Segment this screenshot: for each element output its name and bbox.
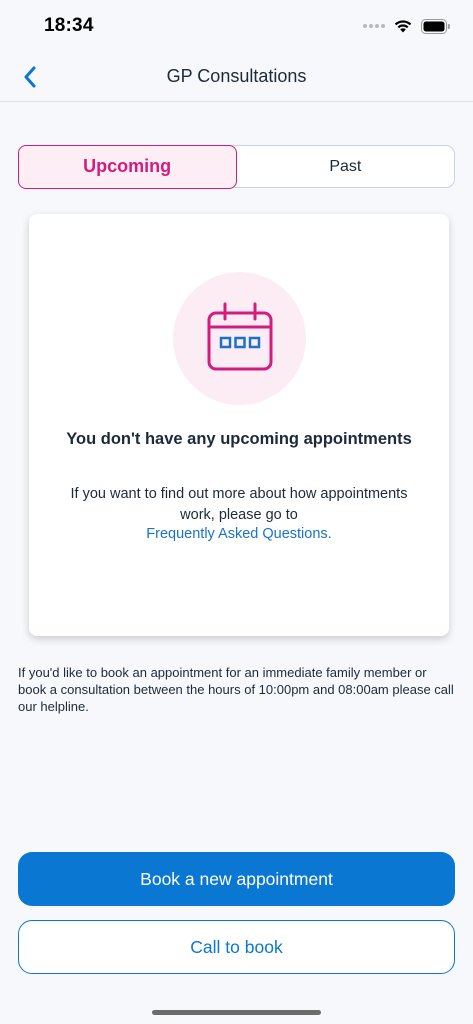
tab-upcoming[interactable]: Upcoming — [17, 144, 237, 189]
calendar-icon — [207, 302, 272, 370]
battery-icon — [421, 18, 450, 34]
chevron-left-icon — [24, 66, 36, 88]
home-indicator — [152, 1010, 321, 1015]
empty-state-card: You don't have any upcoming appointments… — [29, 214, 449, 636]
appointment-tabs: Upcoming Past — [17, 144, 455, 189]
tab-past[interactable]: Past — [237, 146, 454, 187]
status-icons — [363, 18, 451, 34]
status-time: 18:34 — [44, 15, 94, 36]
empty-state-title: You don't have any upcoming appointments — [66, 430, 412, 448]
icon-circle — [173, 272, 306, 405]
status-bar: 18:34 — [0, 0, 473, 52]
page-title: GP Consultations — [166, 66, 307, 86]
nav-bar: GP Consultations — [0, 52, 473, 102]
back-button[interactable] — [14, 60, 46, 94]
helpline-note: If you'd like to book an appointment for… — [18, 665, 454, 714]
wifi-icon — [394, 19, 412, 32]
faq-link[interactable]: Frequently Asked Questions. — [59, 524, 419, 545]
book-appointment-button[interactable]: Book a new appointment — [18, 852, 455, 906]
call-to-book-button[interactable]: Call to book — [18, 920, 455, 974]
empty-state-body: If you want to find out more about how a… — [70, 486, 408, 523]
signal-dots-icon — [363, 24, 385, 28]
